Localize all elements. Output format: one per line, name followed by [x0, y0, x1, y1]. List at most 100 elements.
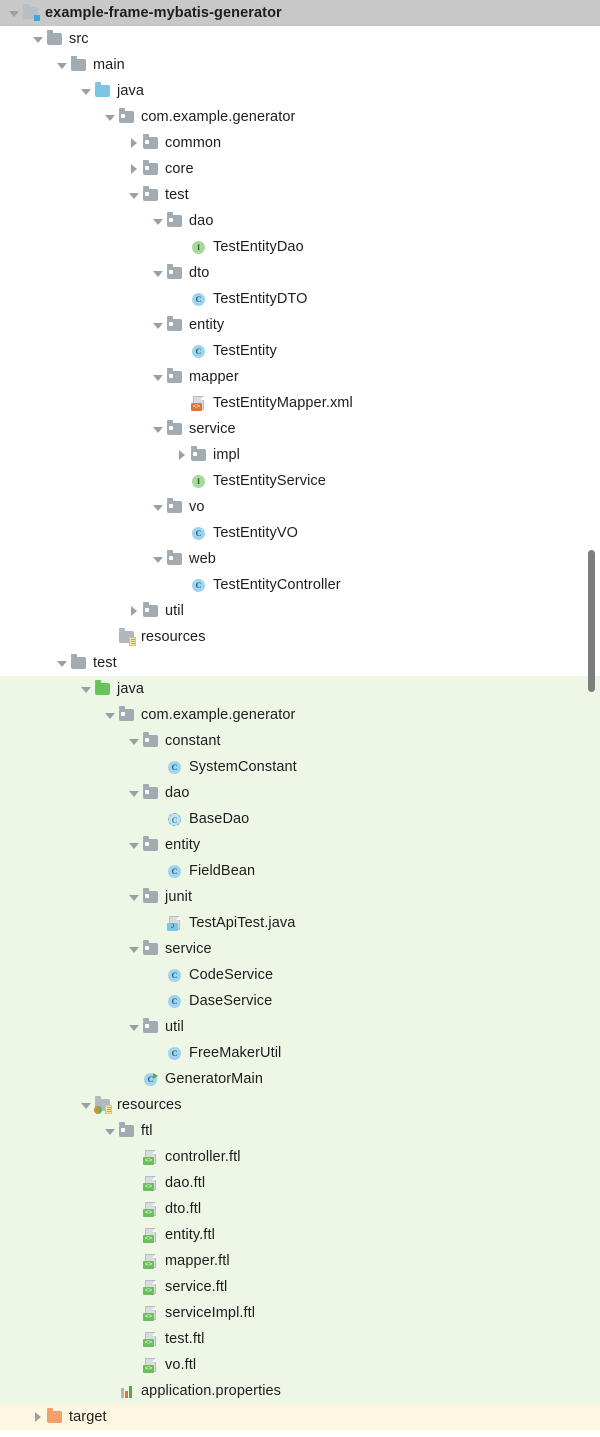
- chevron-down-icon[interactable]: [126, 936, 142, 962]
- tree-row[interactable]: ITestEntityDao: [0, 234, 600, 260]
- tree-row[interactable]: dao: [0, 208, 600, 234]
- tree-row[interactable]: main: [0, 52, 600, 78]
- tree-row[interactable]: CTestEntityController: [0, 572, 600, 598]
- tree-row[interactable]: util: [0, 598, 600, 624]
- tree-row[interactable]: vo: [0, 494, 600, 520]
- chevron-down-icon[interactable]: [126, 832, 142, 858]
- chevron-down-icon[interactable]: [54, 52, 70, 78]
- chevron-down-icon[interactable]: [150, 546, 166, 572]
- tree-row-label: dto.ftl: [165, 1201, 201, 1217]
- tree-row[interactable]: target: [0, 1404, 600, 1430]
- tree-row[interactable]: <>serviceImpl.ftl: [0, 1300, 600, 1326]
- tree-row[interactable]: I TestEntityService: [0, 468, 600, 494]
- tree-row[interactable]: com.example.generator: [0, 702, 600, 728]
- chevron-down-icon[interactable]: [126, 884, 142, 910]
- chevron-down-icon[interactable]: [54, 650, 70, 676]
- chevron-down-icon[interactable]: [150, 364, 166, 390]
- tree-row[interactable]: java: [0, 78, 600, 104]
- tree-row[interactable]: junit: [0, 884, 600, 910]
- tree-row-label: entity: [165, 837, 200, 853]
- tree-row[interactable]: CFieldBean: [0, 858, 600, 884]
- tree-row[interactable]: <>controller.ftl: [0, 1144, 600, 1170]
- tree-row[interactable]: dao: [0, 780, 600, 806]
- tree-row[interactable]: com.example.generator: [0, 104, 600, 130]
- chevron-down-icon[interactable]: [102, 1118, 118, 1144]
- tree-row[interactable]: example-frame-mybatis-generator: [0, 0, 600, 26]
- tree-row[interactable]: core: [0, 156, 600, 182]
- tree-row[interactable]: service: [0, 416, 600, 442]
- tree-row[interactable]: <>vo.ftl: [0, 1352, 600, 1378]
- tree-row[interactable]: test: [0, 650, 600, 676]
- tree-row[interactable]: service: [0, 936, 600, 962]
- tree-row[interactable]: constant: [0, 728, 600, 754]
- tree-row[interactable]: CGeneratorMain: [0, 1066, 600, 1092]
- toggle-spacer: [126, 1352, 142, 1378]
- interface-icon: I: [190, 472, 208, 490]
- tree-row[interactable]: CTestEntityDTO: [0, 286, 600, 312]
- tree-row-label: FieldBean: [189, 863, 255, 879]
- tree-row[interactable]: CTestEntityVO: [0, 520, 600, 546]
- tree-row[interactable]: <>mapper.ftl: [0, 1248, 600, 1274]
- folder-excluded-icon: [46, 1408, 64, 1426]
- tree-row[interactable]: <>test.ftl: [0, 1326, 600, 1352]
- tree-row[interactable]: web: [0, 546, 600, 572]
- tree-row[interactable]: test: [0, 182, 600, 208]
- chevron-down-icon[interactable]: [126, 1014, 142, 1040]
- tree-row[interactable]: util: [0, 1014, 600, 1040]
- tree-row[interactable]: <>service.ftl: [0, 1274, 600, 1300]
- tree-row-label: test: [165, 187, 189, 203]
- tree-row[interactable]: mapper: [0, 364, 600, 390]
- tree-row-label: TestEntityService: [213, 473, 326, 489]
- tree-row[interactable]: src: [0, 26, 600, 52]
- tree-row[interactable]: CSystemConstant: [0, 754, 600, 780]
- chevron-right-icon[interactable]: [126, 598, 142, 624]
- chevron-down-icon[interactable]: [30, 26, 46, 52]
- package-folder-icon: [142, 732, 160, 750]
- chevron-down-icon[interactable]: [150, 312, 166, 338]
- tree-row[interactable]: <>entity.ftl: [0, 1222, 600, 1248]
- ftl-file-icon: <>: [142, 1356, 160, 1374]
- chevron-right-icon[interactable]: [126, 156, 142, 182]
- toggle-spacer: [102, 624, 118, 650]
- tree-row[interactable]: application.properties: [0, 1378, 600, 1404]
- toggle-spacer: [126, 1196, 142, 1222]
- tree-row[interactable]: <>TestEntityMapper.xml: [0, 390, 600, 416]
- chevron-right-icon[interactable]: [30, 1404, 46, 1430]
- chevron-down-icon[interactable]: [6, 0, 22, 26]
- chevron-down-icon[interactable]: [150, 416, 166, 442]
- chevron-down-icon[interactable]: [126, 780, 142, 806]
- tree-row[interactable]: entity: [0, 832, 600, 858]
- chevron-down-icon[interactable]: [102, 104, 118, 130]
- chevron-down-icon[interactable]: [126, 182, 142, 208]
- tree-row[interactable]: <>dto.ftl: [0, 1196, 600, 1222]
- tree-row[interactable]: resources: [0, 1092, 600, 1118]
- chevron-down-icon[interactable]: [102, 702, 118, 728]
- tree-row-label: GeneratorMain: [165, 1071, 263, 1087]
- tree-row[interactable]: java: [0, 676, 600, 702]
- tree-row[interactable]: <>dao.ftl: [0, 1170, 600, 1196]
- project-tree-panel[interactable]: example-frame-mybatis-generatorsrcmainja…: [0, 0, 600, 1437]
- tree-row[interactable]: entity: [0, 312, 600, 338]
- tree-row[interactable]: CFreeMakerUtil: [0, 1040, 600, 1066]
- tree-row[interactable]: common: [0, 130, 600, 156]
- tree-row[interactable]: JTestApiTest.java: [0, 910, 600, 936]
- chevron-down-icon[interactable]: [78, 1092, 94, 1118]
- tree-row[interactable]: dto: [0, 260, 600, 286]
- chevron-down-icon[interactable]: [150, 260, 166, 286]
- chevron-right-icon[interactable]: [174, 442, 190, 468]
- tree-row[interactable]: CTestEntity: [0, 338, 600, 364]
- tree-row[interactable]: ftl: [0, 1118, 600, 1144]
- tree-row[interactable]: impl: [0, 442, 600, 468]
- chevron-down-icon[interactable]: [78, 676, 94, 702]
- chevron-right-icon[interactable]: [126, 130, 142, 156]
- tree-row[interactable]: CDaseService: [0, 988, 600, 1014]
- tree-row[interactable]: CBaseDao: [0, 806, 600, 832]
- vertical-scrollbar-thumb[interactable]: [588, 550, 595, 692]
- chevron-down-icon[interactable]: [126, 728, 142, 754]
- interface-icon: I: [190, 238, 208, 256]
- chevron-down-icon[interactable]: [78, 78, 94, 104]
- tree-row[interactable]: CCodeService: [0, 962, 600, 988]
- tree-row[interactable]: resources: [0, 624, 600, 650]
- chevron-down-icon[interactable]: [150, 494, 166, 520]
- chevron-down-icon[interactable]: [150, 208, 166, 234]
